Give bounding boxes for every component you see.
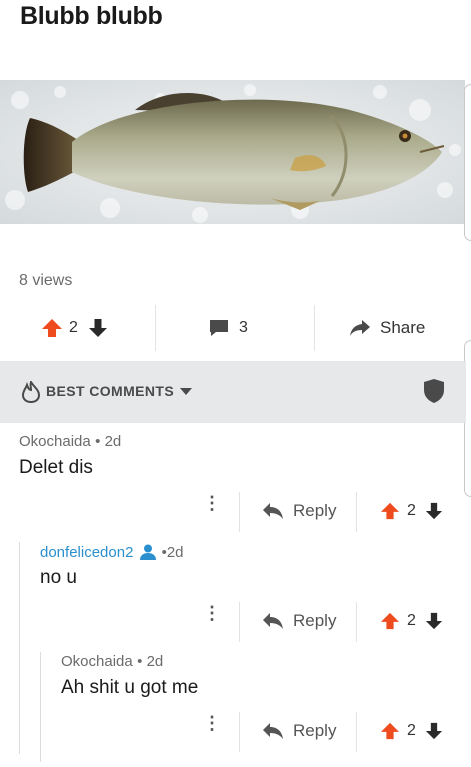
comment-header: donfelicedon2 • 2d [40,543,184,561]
comment-vote-group: 2 [380,722,443,740]
divider [314,305,315,351]
downvote-icon[interactable] [88,318,108,338]
upvote-count: 2 [69,319,78,336]
more-options-icon[interactable]: ⋮ [203,604,221,622]
comment-count: 3 [239,319,248,336]
post-vote-group: 2 [41,305,151,351]
comment-vote-count: 2 [407,612,416,629]
comment-age: 2d [146,653,164,670]
comment-vote-group: 2 [380,612,443,630]
edge-tab [464,84,471,241]
comment-actions: ⋮ Reply 2 [190,602,466,642]
comment-actions: ⋮ Reply 2 [190,492,466,532]
divider [356,492,357,532]
user-icon [140,544,157,560]
divider [356,712,357,752]
flame-icon [22,381,40,403]
upvote-icon[interactable] [380,502,400,520]
thread-line [19,542,20,754]
comment-vote-count: 2 [407,502,416,519]
comments-sort-bar[interactable]: BEST COMMENTS [0,361,466,423]
comment-header: Okochaida • 2d [61,653,163,671]
reply-label: Reply [293,611,337,630]
divider [155,305,156,351]
reply-arrow-icon [263,723,283,739]
upvote-icon[interactable] [380,722,400,740]
divider [239,492,240,532]
post-action-bar: 2 3 Share [0,305,466,351]
downvote-icon[interactable] [425,502,443,520]
share-button[interactable]: Share [348,305,448,351]
comment-age: 2d [166,543,184,561]
reply-button[interactable]: Reply [262,501,336,521]
meta-separator: • [157,543,167,561]
divider [356,602,357,642]
comment-vote-group: 2 [380,502,443,520]
thread-line [40,652,41,762]
upvote-icon[interactable] [380,612,400,630]
reply-arrow-icon [263,613,283,629]
downvote-icon[interactable] [425,612,443,630]
comment-author[interactable]: Okochaida [61,653,133,670]
post-title: Blubb blubb [20,2,163,30]
comment-age: 2d [104,433,122,450]
comment-author[interactable]: donfelicedon2 [40,544,133,561]
upvote-icon[interactable] [41,318,63,338]
reply-label: Reply [293,721,337,740]
shield-icon[interactable] [423,378,445,404]
more-options-icon[interactable]: ⋮ [203,494,221,512]
share-label: Share [380,318,426,337]
comment-actions: ⋮ Reply 2 [190,712,466,752]
chevron-down-icon [180,388,192,395]
reply-arrow-icon [263,503,283,519]
comment-vote-count: 2 [407,722,416,739]
meta-separator: • [95,433,105,450]
post-image[interactable] [0,80,465,224]
share-arrow-icon [350,320,370,336]
comment-body: Ah shit u got me [61,677,199,698]
more-options-icon[interactable]: ⋮ [203,714,221,732]
comments-button[interactable]: 3 [208,305,268,351]
reply-button[interactable]: Reply [262,611,336,631]
sort-label: BEST COMMENTS [46,383,175,399]
comment-header: Okochaida • 2d [19,433,121,451]
reply-button[interactable]: Reply [262,721,336,741]
comment-author[interactable]: Okochaida [19,433,91,450]
downvote-icon[interactable] [425,722,443,740]
comment-bubble-icon [210,320,228,336]
meta-separator: • [137,653,147,670]
divider [239,602,240,642]
view-count: 8 views [19,272,73,289]
comment-body: no u [40,567,77,588]
comment-body: Delet dis [19,457,93,478]
reply-label: Reply [293,501,337,520]
divider [239,712,240,752]
fish-photo [0,80,465,224]
